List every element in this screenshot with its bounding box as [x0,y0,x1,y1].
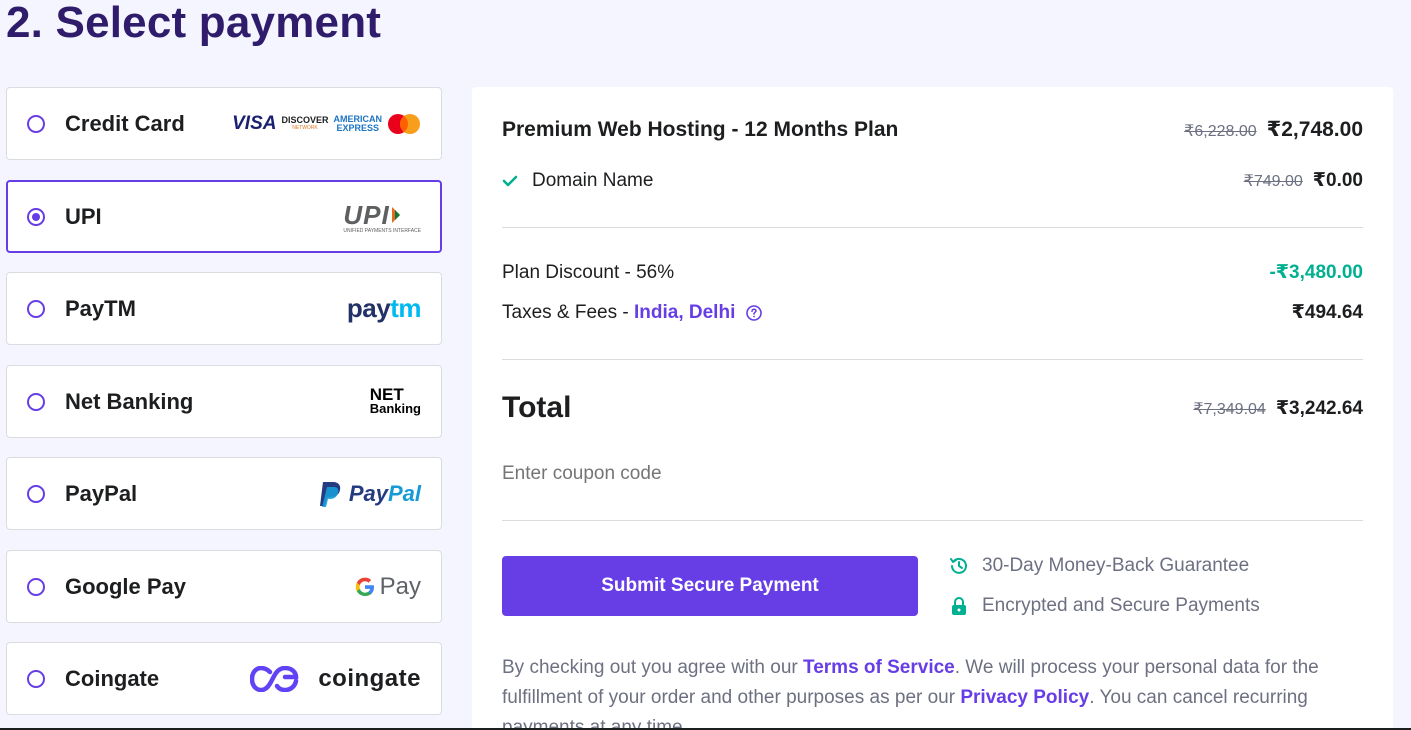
taxes-location-link[interactable]: India, Delhi [634,302,735,324]
submit-payment-button[interactable]: Submit Secure Payment [502,556,918,616]
radio-button[interactable] [27,484,45,503]
payment-option-label: PayPal [65,480,138,506]
taxes-row: Taxes & Fees - India, Delhi ₹494.64 [502,301,1363,324]
payment-option-credit-card[interactable]: Credit Card VISA DISCOVER NETWORK AMERIC… [6,87,442,160]
payment-option-label: Coingate [65,665,160,691]
payment-option-coingate[interactable]: Coingate coingate [6,642,442,715]
domain-label: Domain Name [532,169,654,191]
domain-row: Domain Name ₹749.00 ₹0.00 [502,169,1363,192]
card-brands-logo: VISA DISCOVER NETWORK AMERICAN EXPRESS [232,113,421,135]
google-pay-logo: Pay [354,573,421,601]
history-clock-icon [950,557,967,574]
legal-notice: By checking out you agree with our Terms… [502,657,1319,730]
secure-payments-note: Encrypted and Secure Payments [948,595,1260,617]
money-back-guarantee: 30-Day Money-Back Guarantee [948,555,1249,577]
plan-row: Premium Web Hosting - 12 Months Plan ₹6,… [502,117,1363,142]
payment-option-label: Google Pay [65,573,187,599]
discount-label: Plan Discount - 56% [502,261,675,283]
net-banking-logo: NET Banking [369,384,421,416]
paypal-logo: Pay Pal [319,480,421,508]
help-circle-icon[interactable] [745,304,763,322]
visa-logo: VISA [232,112,277,134]
total-label: Total [502,391,572,424]
radio-button[interactable] [27,114,45,133]
payment-option-google-pay[interactable]: Google Pay Pay [6,550,442,623]
total-old-price: ₹7,349.04 [1193,400,1266,418]
plan-old-price: ₹6,228.00 [1184,123,1257,140]
paytm-logo: pay tm [346,293,422,323]
discount-value: -₹3,480.00 [1269,262,1363,283]
payment-option-label: PayTM [65,295,136,321]
payment-option-upi[interactable]: UPI UPI UNIFIED PAYMENTS INTERFACE [6,180,442,253]
google-g-icon [355,577,374,596]
upi-logo: UPI UNIFIED PAYMENTS INTERFACE [343,199,421,234]
taxes-value: ₹494.64 [1291,302,1363,323]
order-summary-card: Premium Web Hosting - 12 Months Plan ₹6,… [472,87,1393,730]
page-title: 2. Select payment [6,0,382,47]
radio-button-selected[interactable] [27,207,45,226]
discount-row: Plan Discount - 56% -₹3,480.00 [502,261,1363,284]
coingate-logo: coingate [250,665,421,693]
discover-logo: DISCOVER NETWORK [281,114,329,131]
mastercard-logo [388,113,420,134]
payment-option-label: Credit Card [65,110,185,136]
domain-old-price: ₹749.00 [1243,173,1303,190]
plan-price: ₹2,748.00 [1266,118,1363,141]
payment-option-label: Net Banking [65,388,194,414]
payment-option-label: UPI [65,203,102,229]
plan-name: Premium Web Hosting - 12 Months Plan [502,117,899,141]
payment-option-net-banking[interactable]: Net Banking NET Banking [6,365,442,438]
amex-logo: AMERICAN EXPRESS [333,113,383,133]
lock-icon [952,597,966,615]
domain-price: ₹0.00 [1312,170,1363,191]
divider [502,520,1363,521]
upi-arrow-icon [391,207,400,223]
radio-button[interactable] [27,392,45,411]
divider [502,359,1363,360]
radio-button[interactable] [27,299,45,318]
divider [502,227,1363,228]
payment-option-paytm[interactable]: PayTM pay tm [6,272,442,345]
total-value: ₹3,242.64 [1275,397,1363,419]
paypal-mark-icon [319,481,341,507]
taxes-label: Taxes & Fees - [502,301,634,323]
payment-option-paypal[interactable]: PayPal Pay Pal [6,457,442,530]
radio-button[interactable] [27,669,45,688]
coupon-code-input[interactable] [502,459,1363,489]
coingate-mark-icon [250,665,299,692]
total-row: Total ₹7,349.04 ₹3,242.64 [502,391,1363,425]
privacy-policy-link[interactable]: Privacy Policy [960,687,1089,708]
radio-button[interactable] [27,577,45,596]
terms-of-service-link[interactable]: Terms of Service [803,657,955,678]
checkmark-icon [502,175,518,186]
